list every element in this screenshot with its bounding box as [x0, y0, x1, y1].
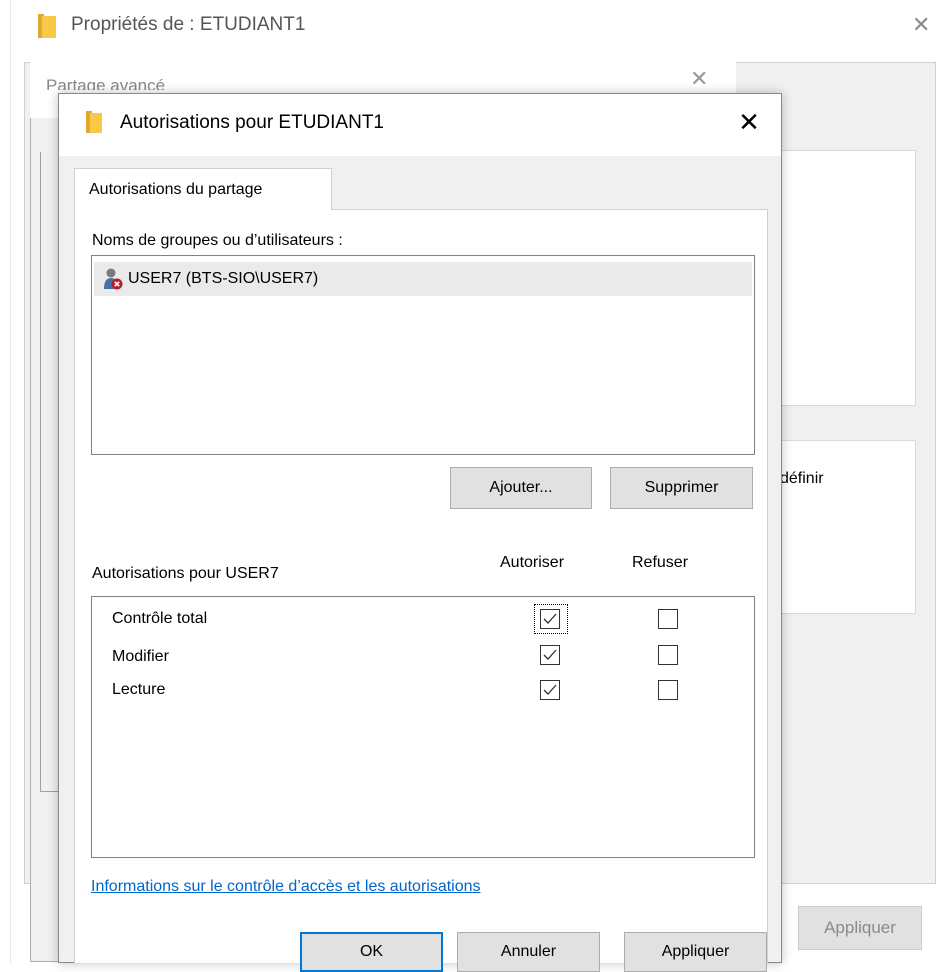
user-name: USER7 (BTS-SIO\USER7) — [128, 270, 319, 287]
access-control-info-link[interactable]: Informations sur le contrôle d’accès et … — [91, 878, 481, 896]
allow-column-header: Autoriser — [500, 554, 565, 571]
list-item[interactable]: USER7 (BTS-SIO\USER7) — [94, 262, 752, 296]
read-allow-checkbox[interactable] — [540, 680, 560, 700]
apply-button[interactable]: Appliquer — [624, 932, 767, 972]
tab-share-permissions[interactable]: Autorisations du partage — [74, 168, 332, 210]
close-icon[interactable]: ✕ — [912, 12, 930, 38]
permission-name-full-control: Contrôle total — [112, 610, 208, 627]
advanced-sharing-title: Partage avancé — [46, 76, 166, 90]
add-button[interactable]: Ajouter... — [450, 467, 592, 509]
remove-button[interactable]: Supprimer — [610, 467, 753, 509]
background-groupbox — [776, 440, 916, 614]
deny-column-header: Refuser — [632, 554, 689, 571]
permissions-dialog-title: Autorisations pour ETUDIANT1 — [120, 112, 384, 133]
background-partial-text: définir — [780, 470, 824, 487]
folder-icon — [36, 14, 58, 38]
user-group-icon — [102, 267, 124, 291]
full-control-deny-checkbox[interactable] — [658, 609, 678, 629]
checkmark-icon — [543, 649, 557, 660]
background-groupbox — [776, 150, 916, 406]
modify-deny-checkbox[interactable] — [658, 645, 678, 665]
permission-name-read: Lecture — [112, 681, 166, 698]
permissions-list — [91, 596, 755, 858]
close-icon[interactable]: ✕ — [690, 66, 708, 88]
permission-name-modify: Modifier — [112, 648, 169, 665]
ok-button[interactable]: OK — [300, 932, 443, 972]
cancel-button[interactable]: Annuler — [457, 932, 600, 972]
permissions-for-label: Autorisations pour USER7 — [92, 565, 279, 582]
focus-indicator — [534, 604, 568, 634]
groups-users-label: Noms de groupes ou d’utilisateurs : — [92, 232, 343, 249]
folder-icon — [84, 111, 104, 133]
background-window-title: Propriétés de : ETUDIANT1 — [71, 14, 306, 35]
close-icon[interactable]: ✕ — [730, 106, 768, 138]
checkmark-icon — [543, 684, 557, 695]
background-apply-button[interactable]: Appliquer — [798, 906, 922, 950]
modify-allow-checkbox[interactable] — [540, 645, 560, 665]
read-deny-checkbox[interactable] — [658, 680, 678, 700]
background-window-edge — [10, 0, 11, 963]
